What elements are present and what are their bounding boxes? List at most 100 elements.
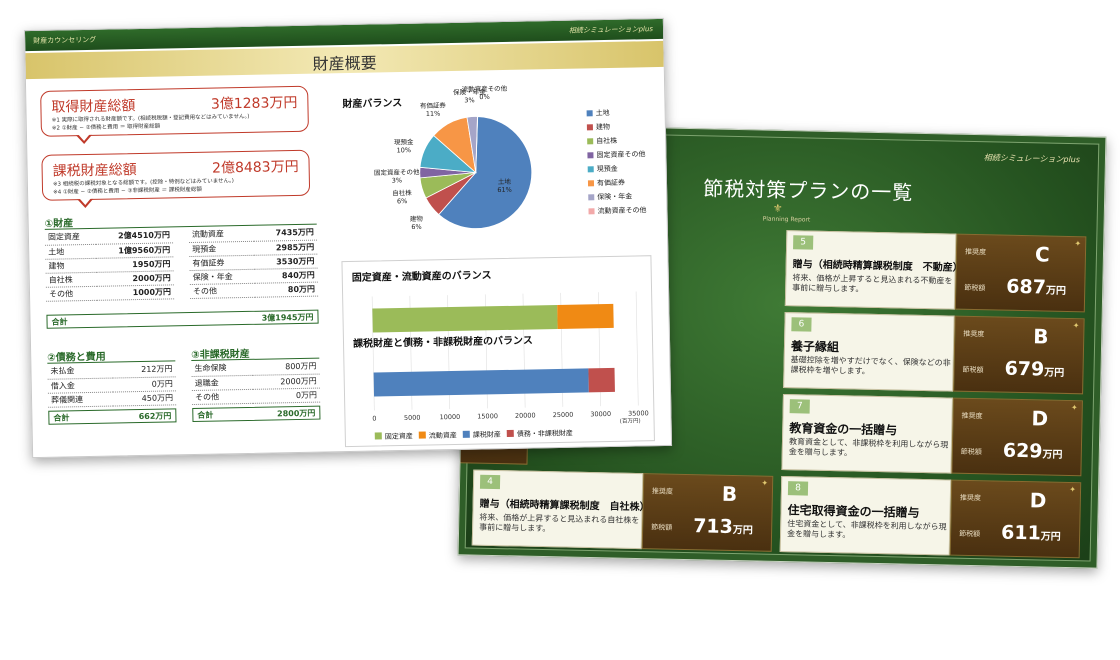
row-value: 2000万円 <box>252 373 320 389</box>
row-label: 保険・年金 <box>189 268 256 285</box>
row-label: その他 <box>191 388 253 405</box>
row-value: 0万円 <box>252 387 321 403</box>
row-value: 2億4510万円 <box>95 228 174 244</box>
brand-logo: 相続シミュレーションplus <box>568 25 654 35</box>
plan-amount: 629万円 <box>1002 439 1063 463</box>
taxable-total-callout: 課税財産総額 2億8483万円 ※3 相続税の課税対象となる総額です。(控除・特… <box>41 149 311 209</box>
slide-subtitle: Planning Report <box>762 215 811 224</box>
row-label: 現預金 <box>189 240 255 257</box>
legend-label: 土地 <box>595 108 610 118</box>
total-value: 3億1945万円 <box>261 312 314 323</box>
pie-label-4: 固定資産その他3% <box>374 167 420 185</box>
bar-segment-課税財産 <box>373 368 589 397</box>
x-tick-label: 25000 <box>553 411 574 419</box>
legend-label: 課税財産 <box>473 430 501 440</box>
total-label: 合計 <box>51 317 68 327</box>
corner-ornament-icon: ✦ <box>761 478 769 488</box>
plan-amount: 687万円 <box>1006 275 1066 299</box>
legend-label: 有価証券 <box>596 178 626 188</box>
total-value: 662万円 <box>138 411 172 422</box>
legend-item: 自社株 <box>587 136 617 147</box>
plan-amount: 713万円 <box>692 515 753 539</box>
callout-tail-inner <box>79 197 92 206</box>
total-label: 合計 <box>53 413 70 423</box>
bar-segment-固定資産 <box>372 304 558 333</box>
legend-label: 保険・年金 <box>597 192 633 202</box>
pie-label-3: 自社株6% <box>392 188 412 205</box>
section-label: 財産カウンセリング <box>33 35 97 46</box>
plan-score-panel: 推奨度 D 節税額 611万円 ✦ <box>949 479 1082 559</box>
legend-item: 土地 <box>586 108 610 118</box>
plan-number: 4 <box>479 474 501 490</box>
plan-title: 贈与（相続時精算課税制度 不動産） <box>792 259 963 274</box>
bar-segment-債務・非課税財産 <box>588 367 615 393</box>
rank-label: 推奨度 <box>961 411 983 421</box>
legend-item: 有価証券 <box>587 178 626 189</box>
acquired-note-2: ※2 ①財産 − ②債務と費用 ＝ 取得財産総額 <box>51 123 161 132</box>
grid-line <box>635 291 639 406</box>
corner-ornament-icon: ✦ <box>1074 239 1082 249</box>
pie-label-2: 建物6% <box>410 214 424 231</box>
row-value: 840万円 <box>254 267 318 283</box>
asset-balance-pie-chart: 土地61%建物6%自社株6%固定資産その他3%現預金10%有価証券11%保険・年… <box>374 84 533 231</box>
row-label: 有価証券 <box>189 254 255 271</box>
x-unit-label: (百万円) <box>620 417 641 424</box>
plan-number: 6 <box>791 317 812 332</box>
row-label: その他 <box>45 285 97 301</box>
plan-grade: B <box>1033 324 1049 349</box>
row-value: 2000万円 <box>96 270 174 286</box>
legend-swatch <box>587 152 594 159</box>
plan-card-6[interactable]: 6 養子縁組 基礎控除を増やすだけでなく、保険などの非課税枠を増やします。 推奨… <box>783 312 1085 395</box>
assets-total: 合計 3億1945万円 <box>46 309 319 329</box>
rank-label: 推奨度 <box>964 247 987 257</box>
table-row: その他 1000万円 <box>45 284 175 301</box>
slide-title: 財産概要 <box>312 53 377 74</box>
fixed-assets-table: 固定資産 2億4510万円 土地 1億9560万円 建物 1950万円 自社株 2000… <box>44 228 175 301</box>
legend-swatch <box>587 138 594 145</box>
legend-label: 流動資産その他 <box>597 206 647 216</box>
plan-grade: C <box>1034 242 1050 267</box>
plan-score-panel: 推奨度 B 節税額 713万円 ✦ <box>641 473 774 552</box>
row-value: 212万円 <box>111 362 176 378</box>
plan-number: 5 <box>793 235 814 250</box>
row-value: 3530万円 <box>254 253 318 269</box>
balance-bar-chart: 0 5000 10000 15000 20000 25000 30000 35000(百万円)… <box>371 291 649 441</box>
plan-card-5[interactable]: 5 贈与（相続時精算課税制度 不動産） 将来、価格が上昇すると見込まれる不動産を… <box>784 230 1087 313</box>
corner-ornament-icon: ✦ <box>1072 321 1080 331</box>
legend-swatch <box>586 110 593 117</box>
x-tick-label: 0 <box>372 414 376 422</box>
row-value: 1950万円 <box>96 256 174 272</box>
table-row: その他 0万円 <box>191 387 321 405</box>
plan-info-panel: 6 養子縁組 基礎控除を増やすだけでなく、保険などの非課税枠を増やします。 <box>783 312 955 392</box>
legend-label: 自社株 <box>596 136 618 146</box>
row-label: その他 <box>189 282 256 299</box>
x-tick-label: 35000 <box>628 409 649 417</box>
plan-title: 養子縁組 <box>790 339 840 355</box>
legend-item: 固定資産その他 <box>587 149 646 160</box>
row-label: 自社株 <box>45 271 97 287</box>
legend-item: 現預金 <box>587 164 618 175</box>
debts-total: 合計 662万円 <box>48 408 177 425</box>
fleur-icon: ⚜ <box>772 201 783 215</box>
plan-title: 住宅取得資金の一括贈与 <box>787 503 920 520</box>
corner-ornament-icon: ✦ <box>1069 485 1077 495</box>
row-value: 7435万円 <box>253 225 318 241</box>
plan-info-panel: 5 贈与（相続時精算課税制度 不動産） 将来、価格が上昇すると見込まれる不動産を… <box>784 230 963 310</box>
rank-label: 推奨度 <box>651 487 674 496</box>
legend-swatch <box>587 166 594 173</box>
legend-label: 債務・非課税財産 <box>517 428 573 438</box>
plan-info-panel: 8 住宅取得資金の一括贈与 住宅資金として、非課税枠を利用しながら現金を贈与しま… <box>779 476 952 556</box>
legend-swatch <box>588 194 595 201</box>
pie-legend: 土地 建物 自社株 固定資産その他 現預金 有価証券 保険・年金 流動資産その他 <box>586 107 667 228</box>
plan-description: 基礎控除を増やすだけでなく、保険などの非課税枠を増やします。 <box>790 355 951 376</box>
plan-card-7[interactable]: 7 教育資金の一括贈与 教育資金として、非課税枠を利用しながら現金を贈与します。… <box>781 394 1083 477</box>
callout-tail-inner <box>77 133 91 142</box>
plan-description: 将来、価格が上昇すると見込まれる自社株を事前に贈与します。 <box>479 512 640 534</box>
nontaxable-table: 生命保険 800万円 退職金 2000万円 その他 0万円 <box>191 359 321 405</box>
plan-info-panel: 4 贈与（相続時精算課税制度 自社株） 将来、価格が上昇すると見込まれる自社株を… <box>471 469 650 550</box>
plan-card-4[interactable]: 4 贈与（相続時精算課税制度 自社株） 将来、価格が上昇すると見込まれる自社株を… <box>471 469 774 552</box>
bar-segment-流動資産 <box>557 303 614 329</box>
row-label: 流動資産 <box>188 226 255 243</box>
plan-card-8[interactable]: 8 住宅取得資金の一括贈与 住宅資金として、非課税枠を利用しながら現金を贈与しま… <box>779 476 1082 559</box>
plan-score-panel: 推奨度 B 節税額 679万円 ✦ <box>953 315 1085 395</box>
